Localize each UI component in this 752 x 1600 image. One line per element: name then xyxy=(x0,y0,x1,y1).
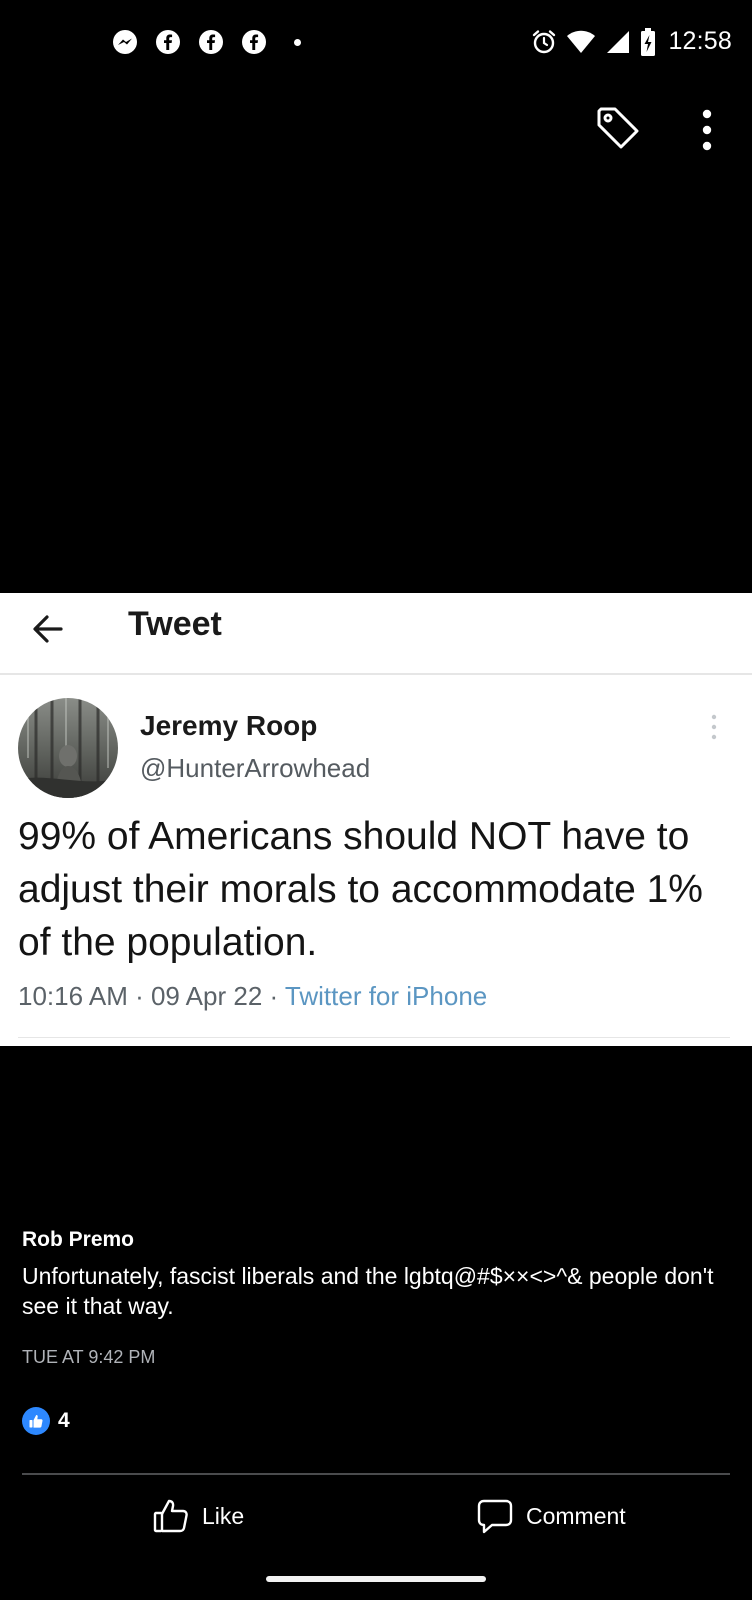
like-reaction-badge xyxy=(22,1407,50,1435)
facebook-icon xyxy=(242,30,266,54)
notification-icons xyxy=(112,29,301,55)
system-status: 12:58 xyxy=(531,27,732,56)
tweet-header: Tweet xyxy=(0,593,752,675)
more-notifications-dot xyxy=(294,38,301,46)
tweet-source: Twitter for iPhone xyxy=(284,981,488,1011)
tweet-meta: 10:16 AM · 09 Apr 22 · Twitter for iPhon… xyxy=(18,981,487,1012)
reaction-summary[interactable]: 4 xyxy=(22,1407,70,1435)
comment-timestamp: TUE AT 9:42 PM xyxy=(22,1347,156,1367)
tweet-time: 10:16 AM xyxy=(18,981,128,1011)
tweet-more-icon xyxy=(711,714,717,740)
like-label: Like xyxy=(202,1502,245,1529)
alarm-icon xyxy=(533,29,556,53)
reaction-count: 4 xyxy=(58,1409,70,1432)
tweet-divider xyxy=(18,1037,730,1038)
tweet-author-handle: @HunterArrowhead xyxy=(140,753,371,783)
tweet-screenshot[interactable]: Tweet Jeremy Roop @HunterArrowhead 99% o… xyxy=(0,593,752,1046)
home-indicator[interactable] xyxy=(266,1576,486,1582)
more-vertical-icon xyxy=(702,109,712,151)
messenger-icon xyxy=(113,30,137,54)
facebook-icon xyxy=(199,30,223,54)
facebook-icon xyxy=(156,30,180,54)
more-options-button[interactable] xyxy=(692,104,722,152)
clock: 12:58 xyxy=(668,27,732,55)
tweet-author-avatar xyxy=(18,698,118,798)
status-bar: 12:58 xyxy=(0,0,752,86)
action-divider xyxy=(22,1473,730,1475)
avatar-photo xyxy=(18,698,118,798)
cell-signal-icon xyxy=(607,30,630,53)
comment-label: Comment xyxy=(526,1502,626,1529)
tag-button[interactable] xyxy=(594,104,642,152)
comment-text: Unfortunately, fascist liberals and the … xyxy=(22,1263,714,1319)
tweet-text: 99% of Americans should NOT have to adju… xyxy=(18,815,703,964)
like-button[interactable]: Like xyxy=(152,1497,244,1535)
meta-separator: · xyxy=(127,981,151,1011)
meta-separator: · xyxy=(262,981,285,1011)
tweet-author-name: Jeremy Roop xyxy=(140,710,318,741)
like-icon xyxy=(153,1499,188,1533)
wifi-icon xyxy=(567,30,596,53)
tweet-header-title: Tweet xyxy=(128,605,222,643)
back-arrow-icon xyxy=(33,615,63,643)
thumbs-up-icon xyxy=(29,1415,43,1428)
comment-author[interactable]: Rob Premo xyxy=(22,1228,134,1252)
tweet-date: 09 Apr 22 xyxy=(150,981,263,1011)
comment-icon xyxy=(477,1499,513,1534)
comment-button[interactable]: Comment xyxy=(476,1497,626,1535)
battery-charging-icon xyxy=(641,27,656,56)
tag-icon xyxy=(597,107,639,149)
